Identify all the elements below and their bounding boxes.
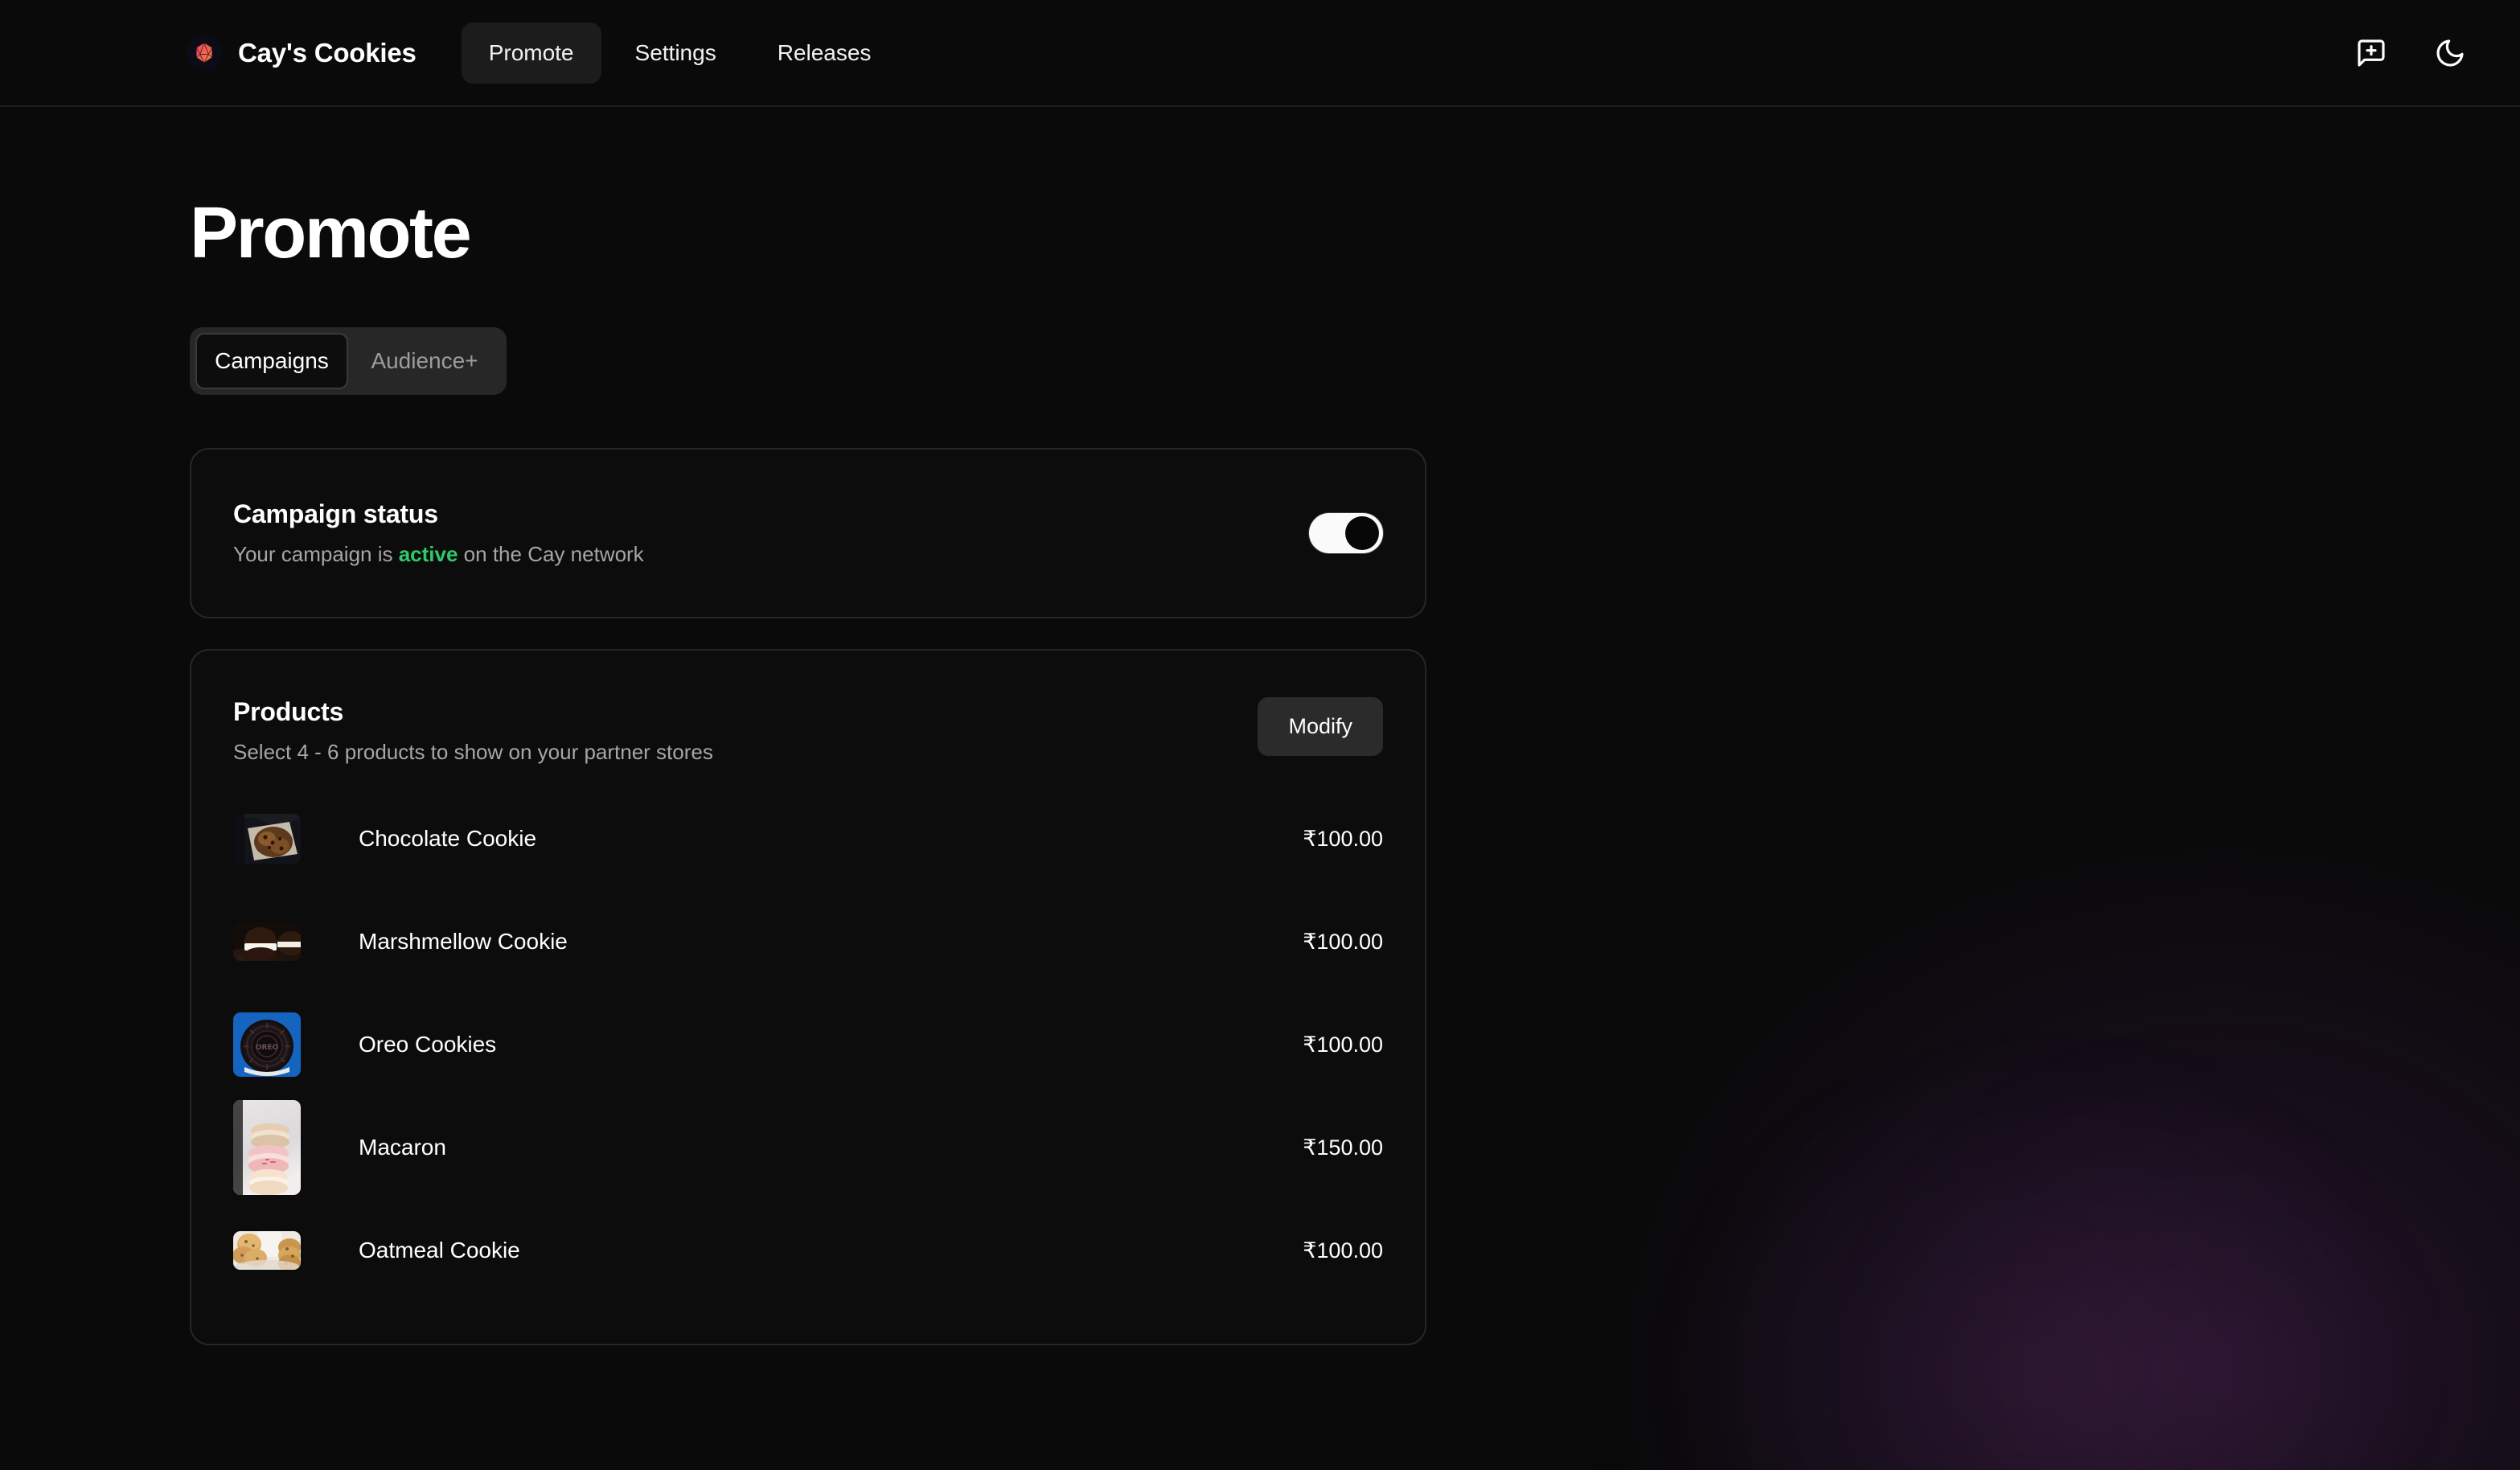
main-content: Promote Campaigns Audience+ Campaign sta… [0,107,2520,1345]
page-title: Promote [190,193,472,273]
primary-nav: Promote Settings Releases [461,22,899,84]
toggle-knob [1345,516,1379,550]
campaign-status-desc-prefix: Your campaign is [233,542,399,566]
products-heading-block: Products Select 4 - 6 products to show o… [233,697,713,765]
svg-text:OREO: OREO [256,1044,279,1052]
status-badge: active [398,542,458,566]
oreo-cookies-thumb: OREO [233,1012,301,1077]
campaign-status-desc-suffix: on the Cay network [458,542,644,566]
nav-item-releases[interactable]: Releases [750,23,899,84]
marshmellow-cookie-thumb [233,922,301,961]
table-row[interactable]: Macaron ₹150.00 [233,1096,1383,1199]
top-navigation-bar: Cay's Cookies Promote Settings Releases [0,0,2520,107]
table-row[interactable]: Chocolate Cookie ₹100.00 [233,787,1383,890]
product-price: ₹100.00 [1303,826,1383,851]
nav-item-settings[interactable]: Settings [608,23,744,84]
campaign-status-title: Campaign status [233,499,438,528]
product-name: Oatmeal Cookie [359,1238,520,1263]
header-actions [2353,35,2469,72]
products-title: Products [233,697,344,726]
product-list: Chocolate Cookie ₹100.00 Marshmellow Coo… [191,765,1425,1344]
campaign-status-card: Campaign status Your campaign is active … [190,448,1426,618]
table-row[interactable]: OREO Oreo Cookies ₹100.00 [233,993,1383,1096]
tab-audience[interactable]: Audience+ [348,333,501,389]
product-price: ₹100.00 [1303,1238,1383,1263]
nav-item-promote[interactable]: Promote [461,22,601,84]
moon-icon[interactable] [2432,35,2469,72]
message-plus-icon[interactable] [2353,35,2390,72]
polyhedron-logo-icon [187,35,222,71]
product-name: Chocolate Cookie [359,826,537,851]
products-subtitle: Select 4 - 6 products to show on your pa… [233,740,713,764]
products-card: Products Select 4 - 6 products to show o… [190,649,1426,1345]
product-name: Oreo Cookies [359,1032,497,1057]
brand-name: Cay's Cookies [238,37,417,68]
campaign-status-description: Your campaign is active on the Cay netwo… [233,542,644,567]
product-price: ₹100.00 [1303,1032,1383,1057]
brand[interactable]: Cay's Cookies [187,35,417,71]
table-row[interactable]: Marshmellow Cookie ₹100.00 [233,890,1383,993]
product-name: Marshmellow Cookie [359,929,568,954]
product-name: Macaron [359,1135,446,1160]
product-price: ₹100.00 [1303,929,1383,954]
macaron-thumb [233,1100,301,1195]
tab-campaigns[interactable]: Campaigns [195,333,348,389]
table-row[interactable]: Oatmeal Cookie ₹100.00 [233,1199,1383,1302]
chocolate-cookie-thumb [233,814,301,864]
oatmeal-cookie-thumb [233,1231,301,1270]
product-price: ₹150.00 [1303,1135,1383,1160]
modify-button[interactable]: Modify [1258,697,1383,756]
campaign-status-text-block: Campaign status Your campaign is active … [233,499,644,567]
app-root: Cay's Cookies Promote Settings Releases [0,0,2520,1470]
campaign-status-toggle[interactable] [1309,513,1383,553]
promote-tabs: Campaigns Audience+ [190,327,507,395]
